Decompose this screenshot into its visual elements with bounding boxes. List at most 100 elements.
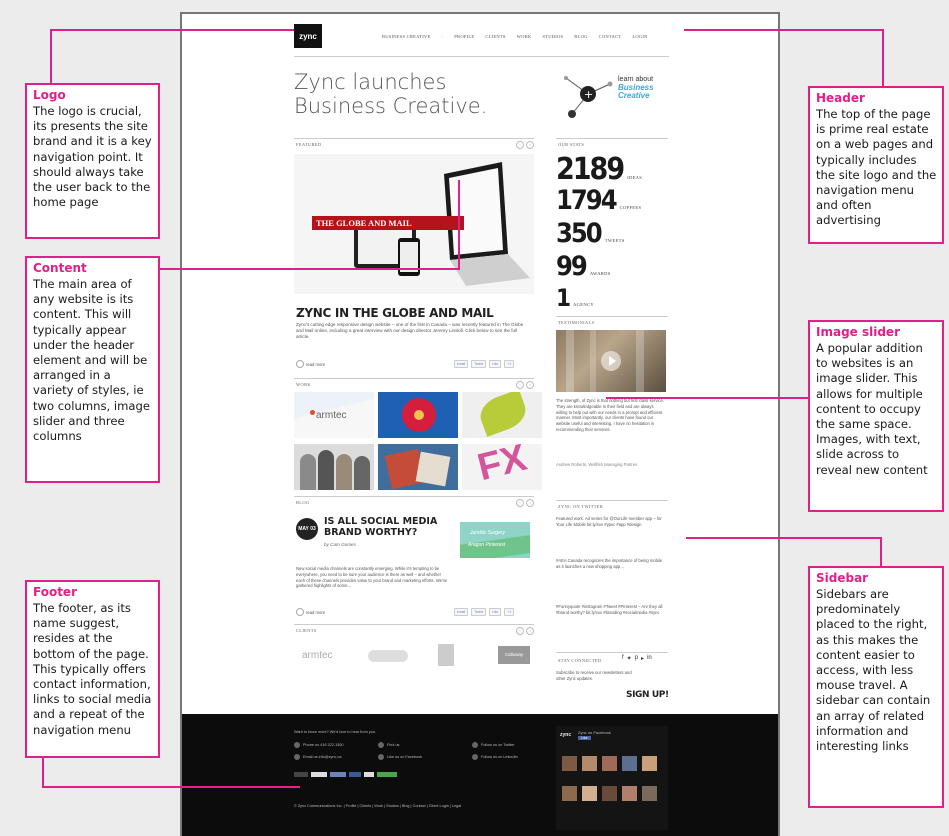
twitter-icon bbox=[472, 742, 478, 748]
nav-item-work[interactable]: WORK bbox=[517, 34, 532, 39]
tweet-1[interactable]: Featured work: Ad series for @OurLife me… bbox=[556, 516, 666, 540]
stat-agency: 1 AGENCY bbox=[556, 284, 642, 317]
promo-creative: Creative bbox=[618, 91, 650, 100]
share-tweet-button[interactable]: Tweet bbox=[471, 360, 487, 368]
work-tile-text: armtec bbox=[316, 410, 347, 421]
blog-image-text-1: Jumble Surgery bbox=[470, 530, 506, 536]
client-logo-3[interactable] bbox=[438, 644, 454, 666]
nav-item-contact[interactable]: CONTACT bbox=[599, 34, 622, 39]
stat-agency-number: 1 bbox=[556, 284, 571, 312]
work-label: WORK bbox=[296, 382, 311, 387]
footer-twitter-text: Follow us on Twitter bbox=[481, 743, 515, 747]
linkedin-icon bbox=[472, 754, 478, 760]
nav-item-login[interactable]: LOGIN bbox=[632, 34, 647, 39]
footer-twitter[interactable]: Follow us on Twitter bbox=[472, 742, 514, 748]
share-like-button[interactable]: Like bbox=[489, 360, 502, 368]
share-email-button[interactable]: email bbox=[454, 608, 469, 616]
work-tile-prints[interactable] bbox=[378, 444, 458, 490]
work-slider-arrows: ‹ › bbox=[516, 381, 534, 389]
svg-text:+: + bbox=[584, 88, 593, 101]
prev-arrow-icon[interactable]: ‹ bbox=[516, 381, 524, 389]
prev-arrow-icon[interactable]: ‹ bbox=[516, 627, 524, 635]
map-pin-icon bbox=[378, 742, 384, 748]
footer-email-text: Email us info@zync.ca bbox=[303, 755, 342, 759]
headline-line-1: Zync launches bbox=[294, 70, 447, 94]
footer-facebook[interactable]: Like us on Facebook bbox=[378, 754, 422, 760]
stat-awards-number: 99 bbox=[556, 251, 588, 282]
nav-item-blog[interactable]: BLOG bbox=[574, 34, 587, 39]
phone-icon bbox=[294, 742, 300, 748]
twitter-divider bbox=[556, 500, 668, 501]
share-plusone-button[interactable]: +1 bbox=[504, 608, 515, 616]
stat-ideas-number: 2189 bbox=[556, 152, 625, 187]
blog-read-more[interactable]: read more bbox=[296, 608, 325, 616]
facebook-photo bbox=[602, 786, 617, 801]
footer-phone-text: Phone us 416 322-1500 bbox=[303, 743, 344, 747]
subscribe-text: Subscribe to receive our newsletters and… bbox=[556, 670, 632, 681]
next-arrow-icon[interactable]: › bbox=[526, 381, 534, 389]
sign-up-button[interactable]: SIGN UP! bbox=[626, 690, 669, 700]
next-arrow-icon[interactable]: › bbox=[526, 499, 534, 507]
work-tile-fx[interactable]: FX bbox=[462, 444, 542, 490]
promo-text[interactable]: learn about Business Creative bbox=[618, 76, 654, 100]
blog-post-image[interactable]: Jumble Surgery Aragon Pinterest bbox=[460, 522, 530, 558]
work-tile-armtec[interactable]: armtec bbox=[294, 392, 374, 438]
work-divider bbox=[294, 378, 534, 379]
share-email-button[interactable]: email bbox=[454, 360, 469, 368]
featured-divider bbox=[294, 138, 534, 139]
stat-awards-label: AWARDS bbox=[589, 271, 611, 276]
mail-icon bbox=[294, 754, 300, 760]
next-arrow-icon[interactable]: › bbox=[526, 141, 534, 149]
nav-item-clients[interactable]: CLIENTS bbox=[485, 34, 505, 39]
youtube-icon[interactable]: ▸ bbox=[641, 655, 644, 662]
facebook-icon[interactable]: f bbox=[622, 655, 624, 662]
linkedin-icon[interactable]: in bbox=[647, 655, 652, 662]
callout-footer: Footer The footer, as its name suggest, … bbox=[25, 580, 160, 758]
prev-arrow-icon[interactable]: ‹ bbox=[516, 499, 524, 507]
stat-tweets: 350 TWEETS bbox=[556, 218, 642, 251]
footer-linkedin[interactable]: Follow us on LinkedIn bbox=[472, 754, 518, 760]
facebook-photo bbox=[602, 756, 617, 771]
featured-title[interactable]: ZYNC IN THE GLOBE AND MAIL bbox=[296, 306, 494, 320]
site-logo[interactable]: zync bbox=[294, 24, 322, 48]
client-logo-2[interactable] bbox=[368, 650, 408, 662]
featured-body: Zync's cutting edge responsive design we… bbox=[296, 322, 524, 340]
clients-label: CLIENTS bbox=[296, 628, 317, 633]
footer-find[interactable]: Find us bbox=[378, 742, 399, 748]
facebook-like-button[interactable]: Like bbox=[578, 736, 591, 740]
prev-arrow-icon[interactable]: ‹ bbox=[516, 141, 524, 149]
stat-coffees: 1794 COFFEES bbox=[556, 185, 642, 218]
facebook-photo bbox=[582, 756, 597, 771]
testimonial-text: The strength, of Zync is that nothing bu… bbox=[556, 398, 664, 432]
share-tweet-button[interactable]: Tweet bbox=[471, 608, 487, 616]
client-logo-calloway[interactable]: Calloway bbox=[498, 646, 530, 664]
footer-phone[interactable]: Phone us 416 322-1500 bbox=[294, 742, 344, 748]
connector-header bbox=[882, 29, 884, 86]
tweet-2[interactable]: #AEA Canada recognizes the importance of… bbox=[556, 558, 666, 582]
nav-item-profile[interactable]: PROFILE bbox=[454, 34, 474, 39]
share-plusone-button[interactable]: +1 bbox=[504, 360, 515, 368]
footer-find-text: Find us bbox=[387, 743, 400, 747]
featured-image[interactable]: THE GLOBE AND MAIL bbox=[294, 154, 534, 294]
client-logo-armtec[interactable]: armtec bbox=[302, 650, 333, 661]
stat-awards: 99 AWARDS bbox=[556, 251, 642, 284]
footer-email[interactable]: Email us info@zync.ca bbox=[294, 754, 341, 760]
play-icon[interactable] bbox=[601, 351, 621, 371]
connector-slider bbox=[606, 397, 808, 399]
blog-date-day: 03 bbox=[310, 526, 316, 532]
blog-post-title[interactable]: IS ALL SOCIAL MEDIA BRAND WORTHY? bbox=[324, 516, 454, 538]
share-like-button[interactable]: Like bbox=[489, 608, 502, 616]
facebook-icon bbox=[378, 754, 384, 760]
nav-item-studios[interactable]: STUDIOS bbox=[542, 34, 563, 39]
nav-item-business-creative[interactable]: BUSINESS CREATIVE bbox=[382, 34, 430, 39]
work-tile-flower[interactable] bbox=[378, 392, 458, 438]
facebook-photo bbox=[642, 756, 657, 771]
featured-read-more[interactable]: read more bbox=[296, 360, 325, 368]
next-arrow-icon[interactable]: › bbox=[526, 627, 534, 635]
twitter-icon[interactable]: ✦ bbox=[627, 655, 632, 662]
tweet-3[interactable]: #Funnyquote #instagram #Tweet #Pinterest… bbox=[556, 604, 666, 628]
work-tile-leaf[interactable] bbox=[462, 392, 542, 438]
work-tile-people[interactable] bbox=[294, 444, 374, 490]
pinterest-icon[interactable]: p bbox=[635, 655, 638, 662]
testimonial-video-slider[interactable] bbox=[556, 330, 666, 392]
